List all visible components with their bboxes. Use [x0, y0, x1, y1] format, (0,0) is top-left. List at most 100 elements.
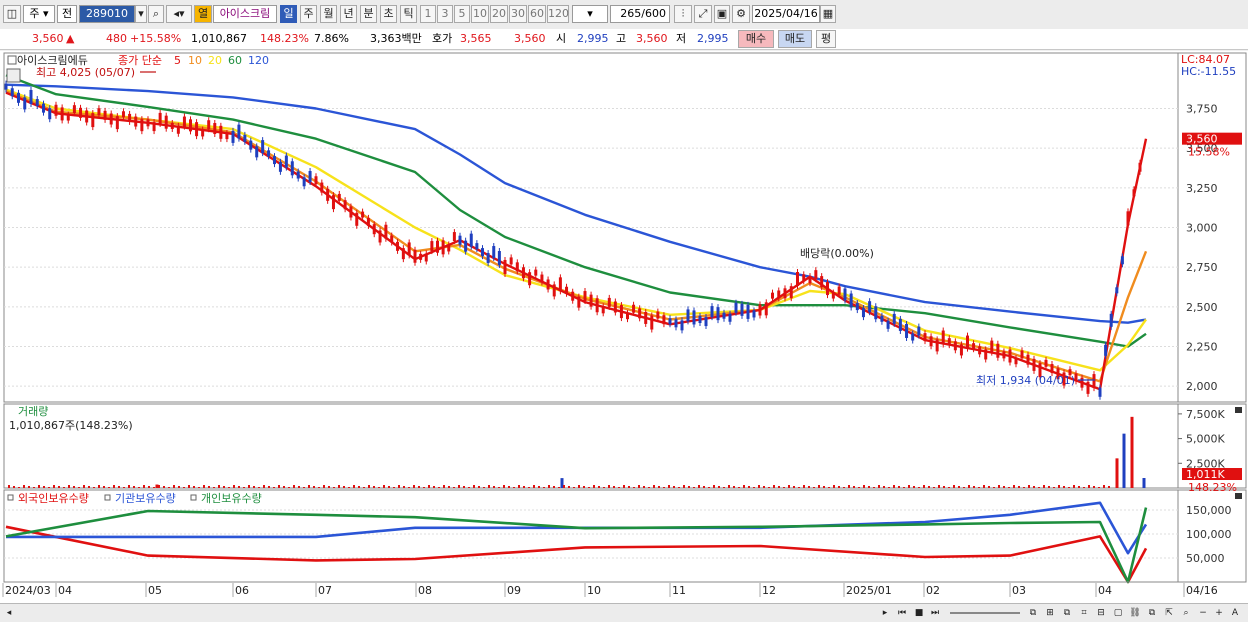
period-2[interactable]: 월 [320, 5, 337, 23]
table-icon[interactable] [6, 68, 21, 83]
interval-input[interactable]: ▾ [572, 5, 608, 23]
interval-4[interactable]: 20 [490, 5, 508, 23]
first-icon[interactable]: ⏮ [895, 606, 909, 620]
high-marker: 최고 4,025 (05/07) [36, 66, 135, 79]
market-select[interactable]: 주 ▾ [23, 5, 55, 23]
volume-title: 거래량 [18, 405, 48, 418]
candle-icon[interactable]: ⫶ [674, 5, 692, 23]
zoom-slider[interactable] [950, 612, 1020, 614]
candle-body [419, 253, 423, 260]
search-icon[interactable]: ⌕ [148, 5, 164, 23]
volume-bar-small [223, 486, 225, 488]
tag-label[interactable]: 열 [194, 5, 212, 23]
zoom-in-icon[interactable]: + [1212, 606, 1226, 620]
candle-body [880, 315, 884, 322]
interval-3[interactable]: 10 [471, 5, 489, 23]
stock-name: 아이스크림 [213, 5, 277, 23]
chain-icon[interactable]: ⛓ [1128, 606, 1142, 620]
search2-icon[interactable]: ⌕ [1179, 606, 1193, 620]
stock-code-input[interactable]: 289010 [79, 5, 135, 23]
copy2-icon[interactable]: ⧉ [1145, 606, 1159, 620]
candle-body [959, 344, 963, 356]
chart-svg[interactable]: 3,7503,5003,2503,0002,7502,5002,2502,000… [0, 51, 1248, 603]
volume-panel-frame [3, 403, 1179, 489]
interval-6[interactable]: 60 [528, 5, 546, 23]
candle-body [182, 116, 186, 127]
volume-bar-small [958, 486, 960, 488]
draw-tool-icon[interactable]: ⤢ [694, 5, 712, 23]
window-icon[interactable]: ◫ [3, 5, 21, 23]
volume-bar-small [1003, 486, 1005, 488]
scroll-right-icon[interactable]: ▸ [878, 606, 892, 620]
stop-icon[interactable]: ■ [912, 606, 926, 620]
buy-button[interactable]: 매수 [738, 30, 774, 48]
prev-button[interactable]: 전 [57, 5, 77, 23]
volume-bar-small [608, 485, 610, 488]
volume-bar-small [838, 486, 840, 488]
interval-0[interactable]: 1 [420, 5, 436, 23]
volume-bar-small [1068, 487, 1070, 488]
candle-body [571, 291, 575, 301]
copy-icon[interactable]: ⧉ [1060, 606, 1074, 620]
period-6[interactable]: 틱 [400, 5, 417, 23]
period-4[interactable]: 분 [360, 5, 377, 23]
period-0[interactable]: 일 [280, 5, 297, 23]
volume-bar-small [258, 487, 260, 488]
ma-period-60: 60 [228, 54, 242, 67]
volume-bar-small [988, 486, 990, 488]
x-label-14: 04/16 [1186, 584, 1218, 597]
font-icon[interactable]: A [1228, 606, 1242, 620]
volume-bar-small [908, 485, 910, 488]
panel-close-icon[interactable] [1235, 493, 1242, 499]
panel-close-icon[interactable] [1235, 407, 1242, 413]
x-label-2: 05 [148, 584, 162, 597]
volume-bar-small [548, 485, 550, 488]
save-icon[interactable]: ▣ [714, 5, 730, 23]
volume-bar-small [103, 486, 105, 488]
date-input[interactable]: 2025/04/16 [752, 5, 820, 23]
candle-body [207, 120, 211, 130]
period-1[interactable]: 주 [300, 5, 317, 23]
speaker-icon[interactable]: ◂▾ [166, 5, 192, 23]
candle-body [1115, 287, 1119, 294]
period-5[interactable]: 초 [380, 5, 397, 23]
code-dropdown-icon[interactable]: ▾ [135, 5, 147, 23]
last-icon[interactable]: ⏭ [928, 606, 942, 620]
candle-body [378, 230, 382, 243]
chart-area[interactable]: 3,750 3,500 3,250 3,000 2,750 2,500 2,250 2,000… [0, 51, 1248, 603]
sell-button[interactable]: 매도 [778, 30, 812, 48]
volume-bar-small [968, 485, 970, 488]
period-3[interactable]: 년 [340, 5, 357, 23]
gear-icon[interactable]: ⚙ [732, 5, 750, 23]
grid2-icon[interactable]: ⊟ [1094, 606, 1108, 620]
export-icon[interactable]: ⇱ [1162, 606, 1176, 620]
candle-body [424, 253, 428, 262]
volume-bar-small [983, 485, 985, 488]
legend-box-icon [7, 55, 17, 65]
interval-7[interactable]: 120 [547, 5, 569, 23]
candle-body [436, 240, 439, 253]
count-input[interactable]: 265/600 [610, 5, 670, 23]
candle-body [783, 288, 787, 299]
interval-5[interactable]: 30 [509, 5, 527, 23]
candle-body [1138, 162, 1142, 172]
grid-icon[interactable]: ⊞ [1043, 606, 1057, 620]
volume-bar-small [238, 486, 240, 488]
interval-1[interactable]: 3 [437, 5, 453, 23]
candle-body [1026, 354, 1030, 365]
calendar-icon[interactable]: ▦ [820, 5, 836, 23]
volume-bar-small [1018, 486, 1020, 488]
scroll-left-icon[interactable]: ◂ [2, 606, 16, 620]
candle-body [134, 116, 138, 127]
zoom-out-icon[interactable]: − [1196, 606, 1210, 620]
scroll-bar[interactable]: ◂ ▸ ⏮ ■ ⏭ ⧉ ⊞ ⧉ ⌗ ⊟ ▢ ⛓ ⧉ ⇱ ⌕ − + A [0, 603, 1248, 622]
candle-body [668, 318, 672, 325]
candle-body [481, 248, 484, 257]
eval-button[interactable]: 평 [816, 30, 836, 48]
candle-body [802, 274, 806, 282]
layout-icon[interactable]: ⧉ [1026, 606, 1040, 620]
crosshair-icon[interactable]: ⌗ [1077, 606, 1091, 620]
window2-icon[interactable]: ▢ [1111, 606, 1125, 620]
interval-2[interactable]: 5 [454, 5, 470, 23]
volume-bar-small [288, 487, 290, 488]
